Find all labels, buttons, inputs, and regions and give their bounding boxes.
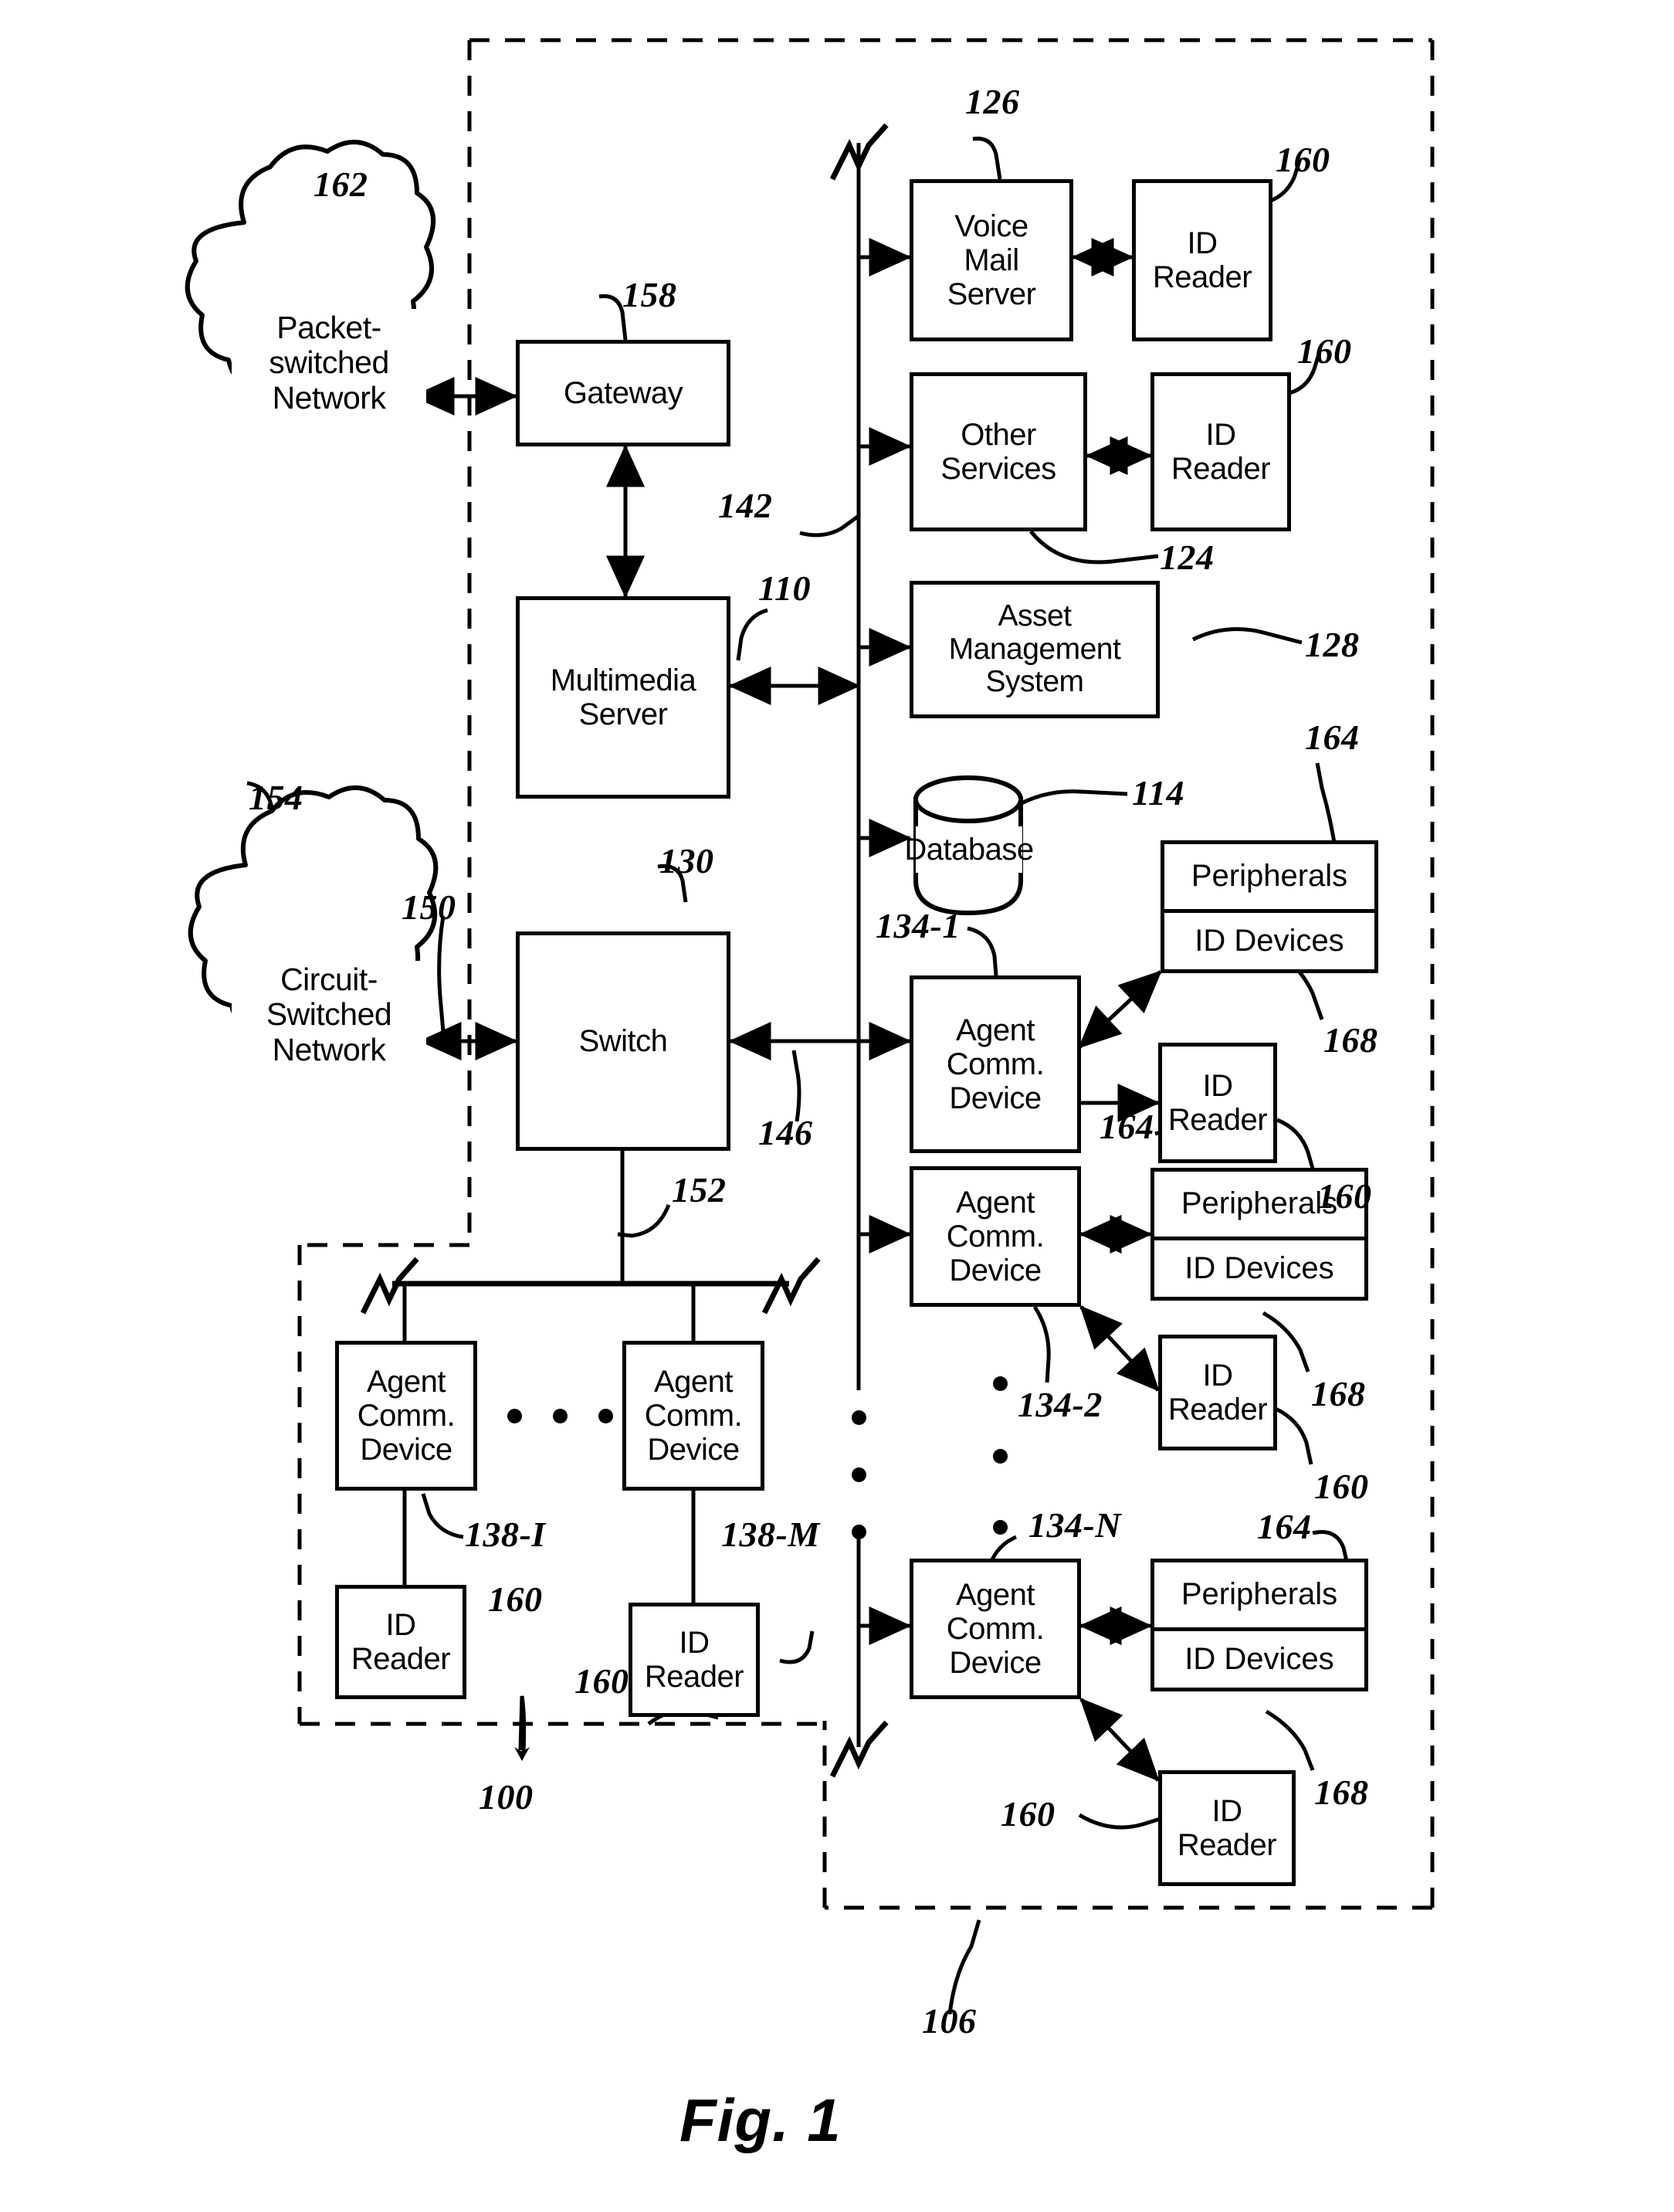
other-services-box[interactable]: Other Services xyxy=(910,372,1087,531)
switch-box[interactable]: Switch xyxy=(516,931,730,1151)
ellipsis-dot xyxy=(852,1410,866,1425)
id-devices-label-n: ID Devices xyxy=(1184,1641,1334,1676)
packet-switched-network-label: Packet- switched Network xyxy=(232,309,426,417)
ref-126: 126 xyxy=(965,82,1020,121)
ref-152: 152 xyxy=(672,1170,727,1209)
ref-128: 128 xyxy=(1305,625,1360,664)
agent-138-m-id-reader-box[interactable]: ID Reader xyxy=(629,1603,760,1717)
ref-160-acd2: 160 xyxy=(1314,1467,1369,1506)
ellipsis-dot xyxy=(993,1449,1008,1464)
figure-caption: Fig. 1 xyxy=(679,2086,842,2154)
ref-138-i: 138-I xyxy=(465,1515,546,1554)
voice-mail-server-box[interactable]: Voice Mail Server xyxy=(910,179,1073,341)
ref-134-2: 134-2 xyxy=(1018,1385,1103,1424)
peripherals-label-n: Peripherals xyxy=(1154,1562,1364,1631)
agent-comm-device-134-1-box[interactable]: Agent Comm. Device xyxy=(910,975,1081,1153)
ellipsis-dot xyxy=(507,1409,522,1423)
ref-164-2: 164 xyxy=(1100,1107,1154,1146)
ref-134-n: 134-N xyxy=(1028,1505,1122,1545)
ref-160-lan1: 160 xyxy=(488,1579,543,1619)
ellipsis-dot xyxy=(993,1520,1008,1535)
ref-114: 114 xyxy=(1132,773,1184,813)
agent-comm-device-134-2-box[interactable]: Agent Comm. Device xyxy=(910,1166,1081,1307)
ref-124: 124 xyxy=(1160,538,1215,577)
ellipsis-dot xyxy=(852,1525,866,1539)
ref-154: 154 xyxy=(249,778,303,817)
ref-138-m: 138-M xyxy=(721,1515,820,1554)
ref-158: 158 xyxy=(622,275,677,314)
ref-168-n: 168 xyxy=(1314,1773,1369,1812)
agent-comm-device-138-m-box[interactable]: Agent Comm. Device xyxy=(622,1341,764,1491)
ref-146: 146 xyxy=(758,1113,813,1152)
peripherals-id-devices-1-box[interactable]: Peripherals ID Devices xyxy=(1161,840,1378,973)
ref-162: 162 xyxy=(313,165,368,204)
ref-142: 142 xyxy=(718,486,773,525)
ref-164-n: 164 xyxy=(1257,1507,1312,1546)
agent-n-id-reader-box[interactable]: ID Reader xyxy=(1158,1770,1296,1886)
ref-110: 110 xyxy=(758,568,811,608)
peripherals-label-1: Peripherals xyxy=(1164,844,1374,913)
agent-comm-device-134-n-box[interactable]: Agent Comm. Device xyxy=(910,1559,1081,1699)
agent-comm-device-138-i-box[interactable]: Agent Comm. Device xyxy=(335,1341,477,1491)
circuit-switched-network-label: Circuit- Switched Network xyxy=(232,961,426,1069)
multimedia-server-box[interactable]: Multimedia Server xyxy=(516,596,730,799)
ref-160-acd1: 160 xyxy=(1317,1176,1372,1216)
ref-150: 150 xyxy=(402,887,456,927)
patent-figure-sheet: Packet- switched Network Circuit- Switch… xyxy=(0,0,1674,2212)
agent-2-id-reader-box[interactable]: ID Reader xyxy=(1158,1335,1277,1450)
gateway-label: Gateway xyxy=(563,376,683,410)
ref-160-other: 160 xyxy=(1297,331,1352,371)
ref-134-1: 134-1 xyxy=(876,906,961,945)
ellipsis-dot xyxy=(598,1409,613,1423)
agent-1-id-reader-box[interactable]: ID Reader xyxy=(1158,1043,1277,1163)
gateway-box[interactable]: Gateway xyxy=(516,340,730,446)
ref-160-lanm: 160 xyxy=(574,1661,629,1701)
ref-164-1: 164 xyxy=(1305,718,1360,757)
ref-168-1: 168 xyxy=(1323,1020,1378,1060)
ref-130: 130 xyxy=(659,841,714,880)
database-label: Database xyxy=(904,826,1034,873)
ref-160-vm: 160 xyxy=(1276,140,1330,179)
ellipsis-dot xyxy=(852,1467,866,1482)
id-devices-label-2: ID Devices xyxy=(1184,1250,1334,1285)
agent-138-i-id-reader-box[interactable]: ID Reader xyxy=(335,1585,466,1699)
ref-168-2: 168 xyxy=(1311,1374,1366,1413)
ellipsis-dot xyxy=(553,1409,568,1423)
peripherals-id-devices-n-box[interactable]: Peripherals ID Devices xyxy=(1150,1559,1368,1691)
ellipsis-dot xyxy=(993,1376,1008,1391)
ref-160-acdn: 160 xyxy=(1001,1794,1056,1834)
ref-106: 106 xyxy=(922,2001,977,2041)
ref-100: 100 xyxy=(479,1777,534,1817)
other-services-id-reader-box[interactable]: ID Reader xyxy=(1150,372,1291,531)
asset-management-system-box[interactable]: Asset Management System xyxy=(910,581,1160,718)
voice-mail-id-reader-box[interactable]: ID Reader xyxy=(1132,179,1272,341)
id-devices-label-1: ID Devices xyxy=(1195,923,1344,958)
